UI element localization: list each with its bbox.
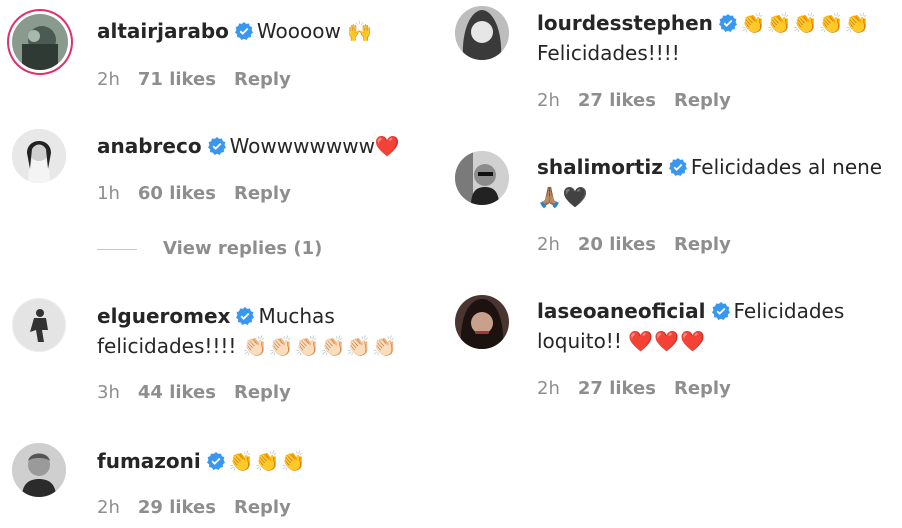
verified-badge-icon [718,14,737,32]
comment-text-continued: loquito!! [537,329,622,353]
comment-text: Felicidades!!!! [537,41,680,65]
heart-emoji: ❤️❤️❤️ [628,329,706,353]
comment-meta: 2h 27 likes Reply [537,89,749,113]
clapping-emoji: 👏👏👏 [228,449,307,473]
avatar[interactable] [12,14,68,70]
verified-badge-icon [236,307,255,325]
divider [97,248,137,250]
timestamp: 2h [97,69,120,90]
timestamp: 2h [537,234,560,255]
timestamp: 2h [537,378,560,399]
verified-badge-icon [207,137,226,155]
comment-meta: 2h 71 likes Reply [97,68,309,92]
username[interactable]: laseoaneoficial [537,299,706,323]
comment-emoji: 🙌 [347,19,374,43]
avatar[interactable] [12,129,66,183]
reply-button[interactable]: Reply [234,69,291,90]
comment-line: elgueromex Muchas [97,301,335,331]
timestamp: 2h [537,90,560,111]
view-replies-label: View replies (1) [163,238,323,259]
comment-line-2: felicidades!!!! 👏🏻👏🏻👏🏻👏🏻👏🏻👏🏻 [97,331,398,361]
comment-line: altairjarabo Woooow 🙌 [97,16,373,46]
likes-count[interactable]: 27 likes [578,90,656,111]
timestamp: 1h [97,183,120,204]
comment-line: anabreco Wowwwwwww❤️ [97,131,401,161]
likes-count[interactable]: 27 likes [578,378,656,399]
reply-button[interactable]: Reply [234,382,291,403]
timestamp: 2h [97,497,120,518]
clapping-emoji: 👏🏻👏🏻👏🏻👏🏻👏🏻👏🏻 [242,334,399,358]
comment-line-2: loquito!! ❤️❤️❤️ [537,326,706,356]
comment-meta: 2h 29 likes Reply [97,496,309,520]
likes-count[interactable]: 60 likes [138,183,216,204]
avatar[interactable] [455,6,509,60]
reply-button[interactable]: Reply [674,234,731,255]
username[interactable]: fumazoni [97,449,201,473]
comment-line-2: 🙏🏽🖤 [537,182,589,212]
reply-button[interactable]: Reply [674,90,731,111]
timestamp: 3h [97,382,120,403]
likes-count[interactable]: 44 likes [138,382,216,403]
username[interactable]: altairjarabo [97,19,229,43]
comment-line: lourdesstephen 👏👏👏👏👏 [537,8,870,38]
avatar[interactable] [12,443,66,497]
comment-meta: 2h 20 likes Reply [537,233,749,257]
username[interactable]: elgueromex [97,304,230,328]
reply-button[interactable]: Reply [674,378,731,399]
likes-count[interactable]: 71 likes [138,69,216,90]
comment-text-continued: felicidades!!!! [97,334,237,358]
clapping-emoji: 👏👏👏👏👏 [740,11,871,35]
reply-button[interactable]: Reply [234,183,291,204]
comment-line-2: Felicidades!!!! [537,38,680,68]
avatar[interactable] [455,295,509,349]
likes-count[interactable]: 20 likes [578,234,656,255]
comment-meta: 3h 44 likes Reply [97,381,309,405]
verified-badge-icon [711,302,730,320]
comment-meta: 2h 27 likes Reply [537,377,749,401]
view-replies-button[interactable]: View replies (1) [97,238,322,259]
username[interactable]: lourdesstephen [537,11,713,35]
verified-badge-icon [668,158,687,176]
avatar[interactable] [12,298,66,352]
comment-line: shalimortiz Felicidades al nene [537,152,882,182]
username[interactable]: anabreco [97,134,202,158]
heart-emoji: ❤️ [374,134,401,158]
avatar[interactable] [455,151,509,205]
comment-meta: 1h 60 likes Reply [97,182,309,206]
comment-line: laseoaneoficial Felicidades [537,296,844,326]
comment-text: Felicidades [733,299,845,323]
reply-button[interactable]: Reply [234,497,291,518]
username[interactable]: shalimortiz [537,155,663,179]
verified-badge-icon [234,22,253,40]
comment-text: Wowwwwwww [229,134,375,158]
comment-text: Felicidades al nene [690,155,883,179]
comment-text: Woooow [256,19,341,43]
verified-badge-icon [206,452,225,470]
comment-text: Muchas [258,304,335,328]
pray-heart-emoji: 🙏🏽🖤 [537,185,589,209]
comment-line: fumazoni 👏👏👏 [97,446,306,476]
likes-count[interactable]: 29 likes [138,497,216,518]
